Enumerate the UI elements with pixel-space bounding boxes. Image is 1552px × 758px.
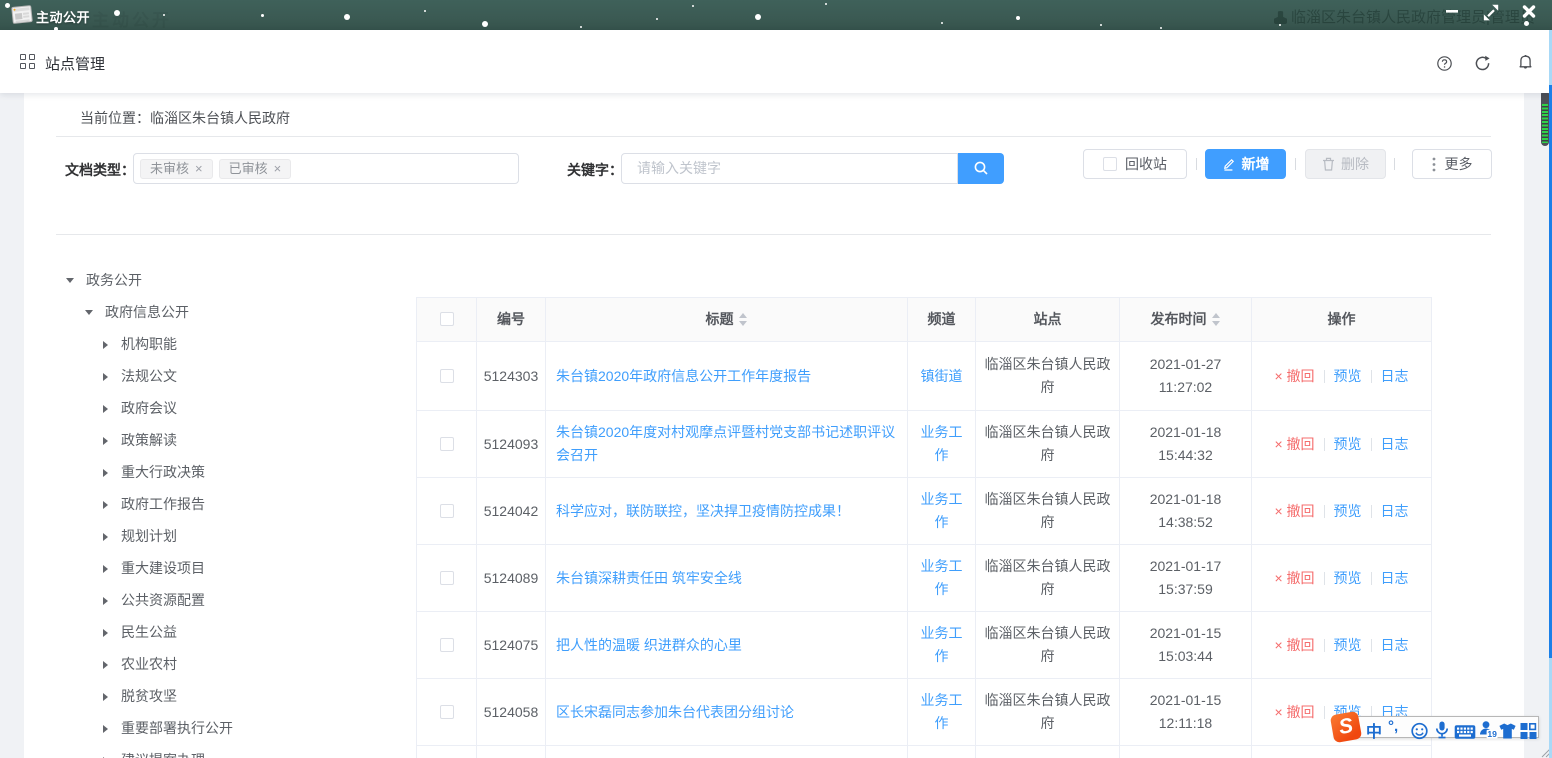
svg-text:19: 19 — [1487, 729, 1497, 739]
